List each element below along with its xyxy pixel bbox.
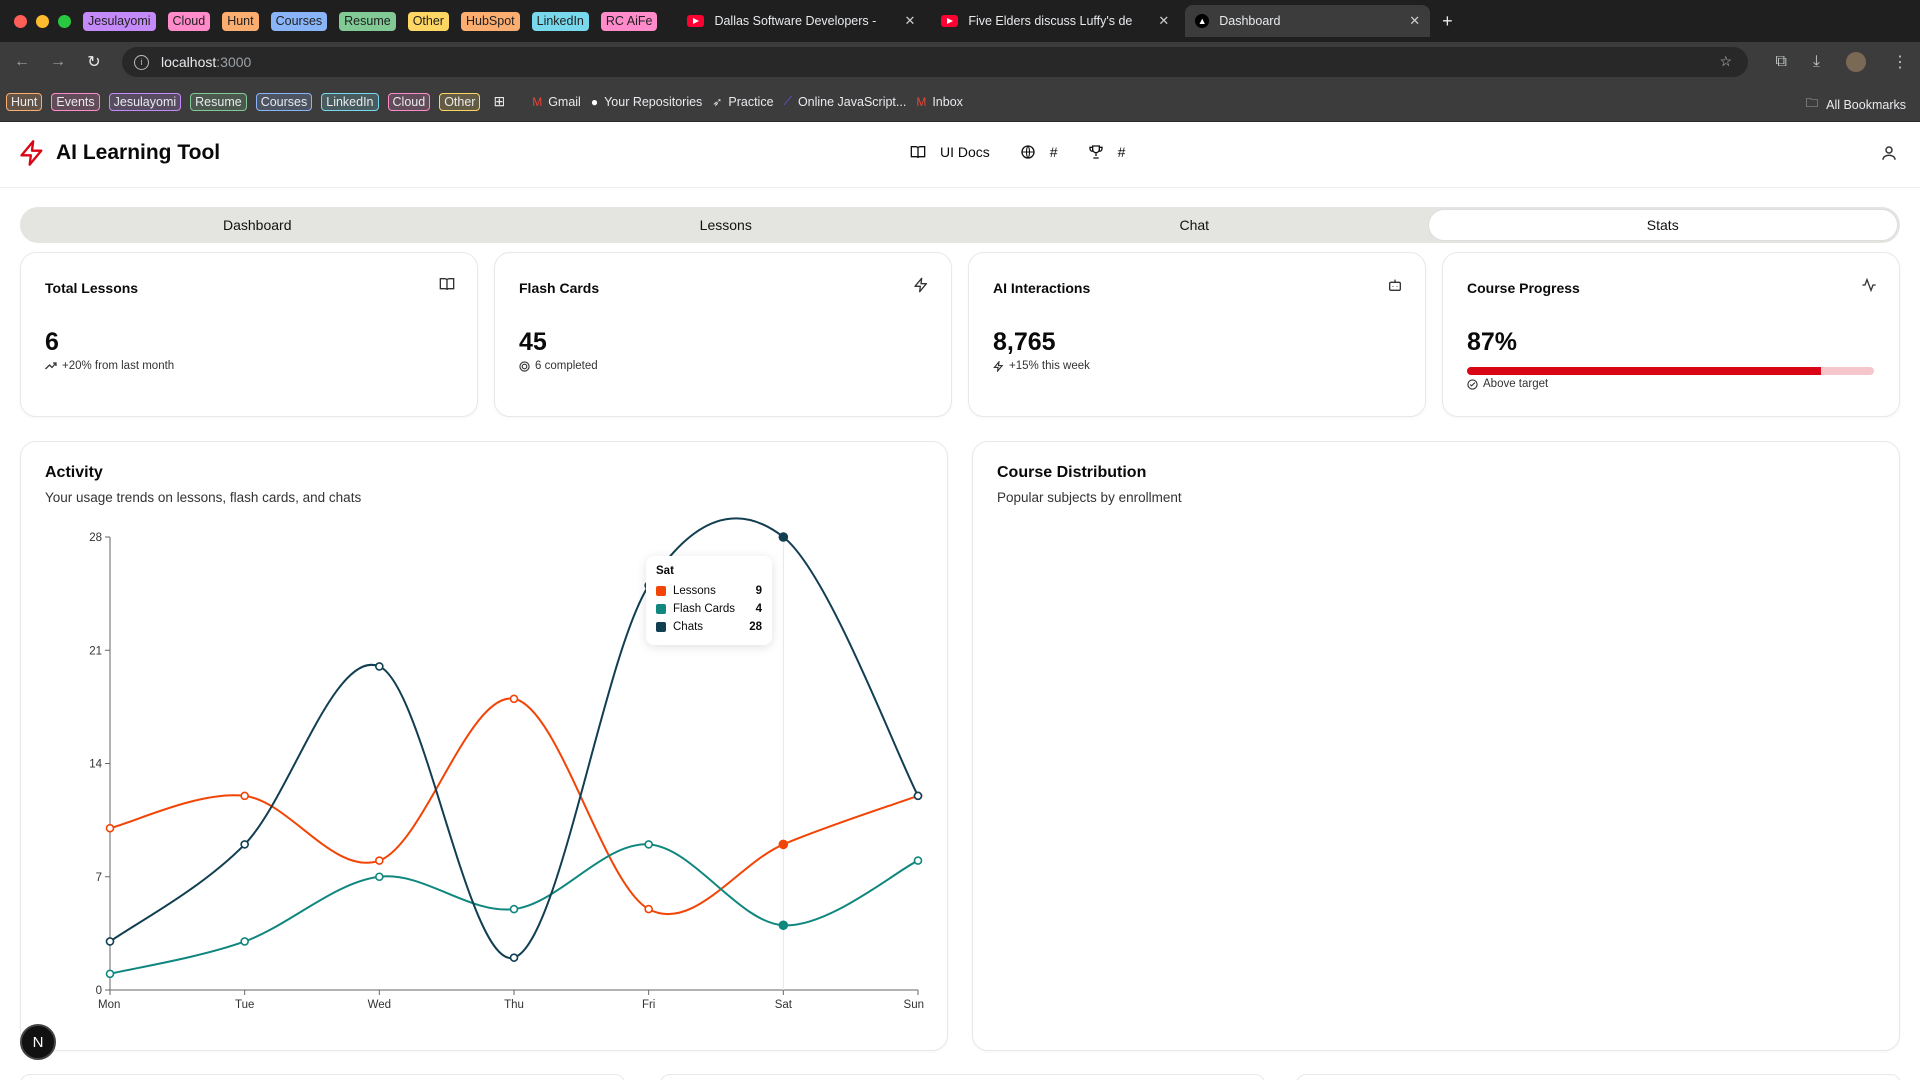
- series-line-lessons: [109, 697, 919, 916]
- y-tick-label: 14: [89, 759, 102, 771]
- lower-card: [1296, 1074, 1901, 1080]
- data-point-flash-cards: [913, 856, 923, 865]
- x-tick-label: Sun: [904, 999, 924, 1011]
- tooltip-row-lessons: Lessons 9: [656, 582, 762, 600]
- data-point-flash-cards: [509, 904, 519, 914]
- data-point-chats: [913, 791, 923, 801]
- chart-tooltip: Sat Lessons 9 Flash Cards 4 Chats 28: [646, 556, 772, 645]
- data-point-lessons: [240, 791, 249, 801]
- distribution-subtitle: Popular subjects by enrollment: [997, 490, 1182, 505]
- data-point-chats: [105, 937, 115, 946]
- x-tick-label: Mon: [98, 999, 120, 1011]
- tooltip-value: 4: [755, 603, 762, 615]
- x-tick-label: Wed: [368, 999, 391, 1011]
- tooltip-row-chats: Chats 28: [656, 618, 762, 636]
- tooltip-day: Sat: [656, 565, 674, 577]
- x-tick-label: Fri: [642, 999, 655, 1011]
- data-point-flash-cards: [778, 920, 789, 931]
- legend-swatch: [656, 604, 666, 614]
- course-distribution-card: Course Distribution Popular subjects by …: [972, 441, 1900, 1051]
- nextjs-dev-badge[interactable]: N: [20, 1024, 56, 1060]
- y-tick-label: 28: [89, 532, 102, 544]
- tooltip-series-name: Chats: [673, 621, 704, 633]
- lower-card: [20, 1074, 625, 1080]
- y-tick-label: 7: [96, 872, 102, 884]
- data-point-chats: [778, 532, 789, 542]
- lower-card: [660, 1074, 1265, 1080]
- data-point-flash-cards: [644, 840, 653, 849]
- y-tick-label: 21: [89, 645, 102, 657]
- legend-swatch: [656, 586, 666, 596]
- data-point-lessons: [375, 856, 384, 865]
- data-point-flash-cards: [240, 937, 249, 946]
- tooltip-value: 9: [755, 585, 762, 597]
- data-point-lessons: [509, 694, 519, 704]
- data-point-flash-cards: [375, 872, 384, 882]
- data-point-chats: [240, 840, 249, 849]
- data-point-flash-cards: [105, 969, 115, 979]
- legend-swatch: [656, 622, 666, 632]
- x-tick-label: Tue: [235, 999, 254, 1011]
- x-tick-label: Thu: [504, 999, 524, 1011]
- tooltip-value: 28: [749, 621, 762, 633]
- data-point-lessons: [778, 839, 789, 850]
- series-line-chats: [109, 517, 919, 959]
- tooltip-row-flash-cards: Flash Cards 4: [656, 600, 762, 618]
- data-point-lessons: [105, 823, 115, 833]
- tooltip-series-name: Flash Cards: [673, 603, 735, 615]
- distribution-title: Course Distribution: [997, 464, 1147, 481]
- tooltip-series-name: Lessons: [673, 585, 716, 597]
- data-point-chats: [375, 662, 384, 671]
- data-point-chats: [509, 953, 519, 962]
- data-point-lessons: [644, 904, 653, 914]
- y-tick-label: 0: [96, 985, 102, 997]
- x-tick-label: Sat: [775, 999, 793, 1011]
